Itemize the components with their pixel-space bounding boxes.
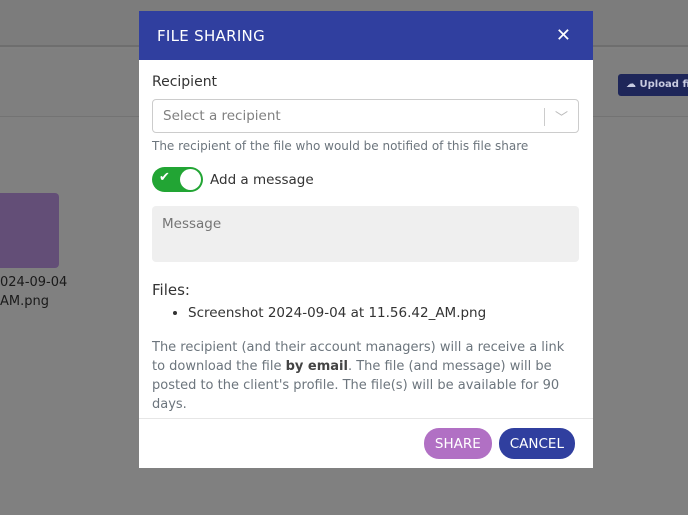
recipient-help: The recipient of the file who would be n…: [152, 139, 529, 153]
file-sharing-modal: FILE SHARING ✕ Recipient Select a recipi…: [139, 11, 593, 468]
recipient-placeholder: Select a recipient: [163, 108, 281, 124]
toggle-knob: [180, 169, 201, 190]
modal-header: FILE SHARING ✕: [139, 11, 593, 60]
file-thumbnail[interactable]: [0, 193, 59, 268]
file-name-line: 024-09-04: [0, 275, 68, 290]
files-label: Files:: [152, 281, 190, 299]
check-icon: ✔: [159, 170, 170, 185]
share-button[interactable]: SHARE: [423, 428, 492, 459]
modal-title: FILE SHARING: [157, 26, 266, 45]
list-item: Screenshot 2024-09-04 at 11.56.42_AM.png: [188, 305, 579, 321]
message-input[interactable]: [152, 206, 579, 262]
file-name-line: AM.png: [0, 294, 49, 309]
recipient-label: Recipient: [152, 74, 218, 90]
close-icon[interactable]: ✕: [556, 25, 571, 46]
upload-file-button[interactable]: ☁ Upload fil: [618, 74, 688, 96]
recipient-select[interactable]: Select a recipient ﹀: [152, 99, 579, 133]
add-message-label: Add a message: [210, 171, 314, 188]
cloud-upload-icon: ☁: [626, 79, 640, 90]
file-list: Screenshot 2024-09-04 at 11.56.42_AM.png: [152, 305, 579, 321]
share-note: The recipient (and their account manager…: [152, 340, 565, 412]
cancel-button[interactable]: CANCEL: [498, 428, 575, 459]
chevron-down-icon[interactable]: ﹀: [555, 107, 568, 126]
modal-footer: SHARE CANCEL: [139, 418, 593, 468]
add-message-toggle[interactable]: ✔: [152, 167, 203, 192]
divider: [544, 108, 545, 126]
